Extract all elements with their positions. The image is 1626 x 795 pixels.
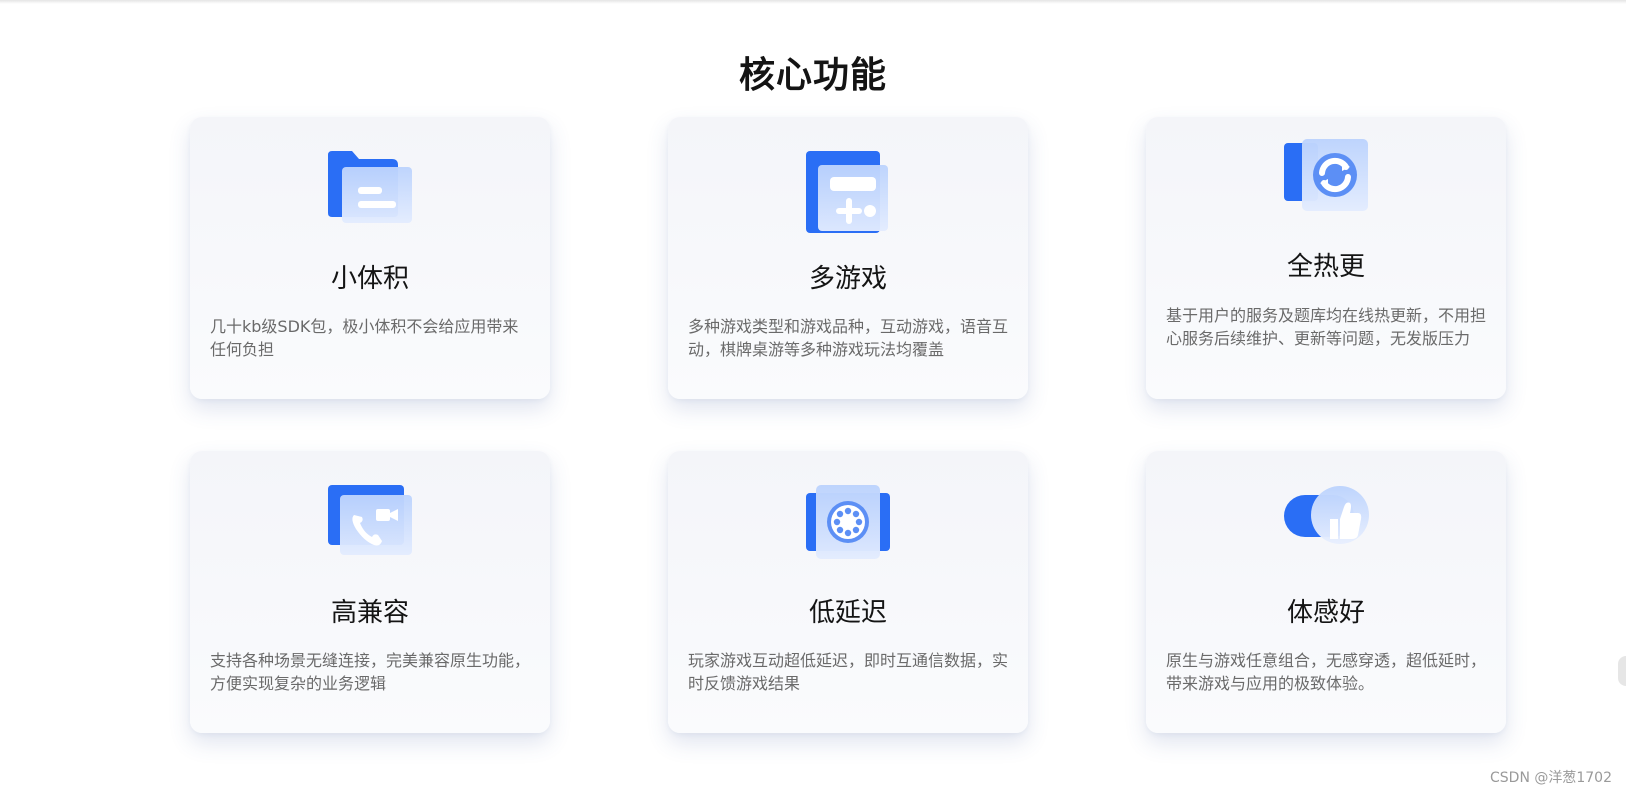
video-call-icon	[326, 483, 414, 567]
feature-card-low-latency[interactable]: 低延迟 玩家游戏互动超低延迟，即时互通信数据，实时反馈游戏结果	[668, 451, 1028, 733]
card-description: 支持各种场景无缝连接，完美兼容原生功能，方便实现复杂的业务逻辑	[210, 651, 531, 693]
card-description: 原生与游戏任意组合，无感穿透，超低延时，带来游戏与应用的极致体验。	[1166, 651, 1487, 693]
loading-spinner-icon	[804, 483, 892, 567]
card-title: 高兼容	[330, 598, 409, 628]
card-description: 多种游戏类型和游戏品种，互动游戏，语音互动，棋牌桌游等多种游戏玩法均覆盖	[688, 317, 1009, 359]
card-title: 多游戏	[808, 264, 887, 294]
card-title: 小体积	[330, 264, 409, 294]
feature-card-hot-update[interactable]: 全热更 基于用户的服务及题库均在线热更新，不用担心服务后续维护、更新等问题，无发…	[1146, 117, 1506, 399]
card-title: 全热更	[1286, 252, 1365, 282]
folder-icon	[326, 149, 414, 233]
core-features-page: 核心功能 小体积 几十kb级SDK包，极小体积不会给应用带来任何负担 多游戏 多…	[0, 0, 1626, 795]
section-title: 核心功能	[738, 55, 887, 96]
feature-card-experience[interactable]: 体感好 原生与游戏任意组合，无感穿透，超低延时，带来游戏与应用的极致体验。	[1146, 451, 1506, 733]
game-controller-icon	[804, 149, 892, 233]
feature-card-multi-game[interactable]: 多游戏 多种游戏类型和游戏品种，互动游戏，语音互动，棋牌桌游等多种游戏玩法均覆盖	[668, 117, 1028, 399]
refresh-icon	[1282, 137, 1370, 221]
watermark: CSDN @洋葱1702	[1490, 770, 1612, 786]
card-description: 基于用户的服务及题库均在线热更新，不用担心服务后续维护、更新等问题，无发版压力	[1166, 306, 1487, 348]
card-description: 玩家游戏互动超低延迟，即时互通信数据，实时反馈游戏结果	[688, 651, 1009, 693]
card-title: 低延迟	[808, 598, 887, 628]
card-description: 几十kb级SDK包，极小体积不会给应用带来任何负担	[210, 317, 519, 359]
thumbs-up-icon	[1282, 483, 1370, 567]
side-scroll-handle[interactable]	[1618, 656, 1626, 686]
feature-card-small-size[interactable]: 小体积 几十kb级SDK包，极小体积不会给应用带来任何负担	[190, 117, 550, 399]
card-title: 体感好	[1286, 598, 1365, 628]
top-divider	[0, 0, 1626, 4]
feature-card-compatibility[interactable]: 高兼容 支持各种场景无缝连接，完美兼容原生功能，方便实现复杂的业务逻辑	[190, 451, 550, 733]
